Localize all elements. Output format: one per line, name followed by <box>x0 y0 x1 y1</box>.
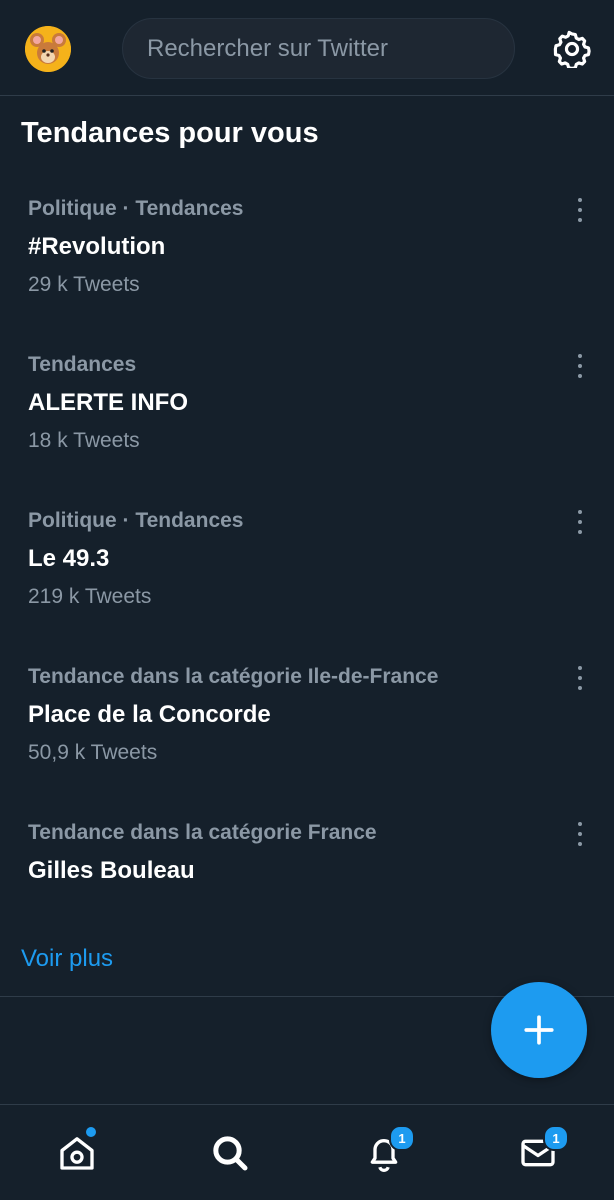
more-vertical-icon[interactable] <box>568 819 592 849</box>
bell-icon[interactable]: 1 <box>364 1125 415 1173</box>
trend-name: Gilles Bouleau <box>28 857 195 884</box>
trend-tweet-count: 29 k Tweets <box>28 273 140 296</box>
explore-screen: Tendances pour vous Politique · Tendance… <box>0 0 614 1200</box>
messages-badge: 1 <box>543 1125 569 1151</box>
trend-category: Politique · Tendances <box>28 197 244 220</box>
more-vertical-icon[interactable] <box>568 351 592 381</box>
trend-item[interactable]: Tendances ALERTE INFO 18 k Tweets <box>0 353 614 509</box>
trend-category: Tendance dans la catégorie France <box>28 821 377 844</box>
bottom-nav: 1 1 <box>0 1104 614 1200</box>
notifications-badge: 1 <box>389 1125 415 1151</box>
trend-tweet-count: 50,9 k Tweets <box>28 741 158 764</box>
top-bar <box>0 0 614 96</box>
trend-item[interactable]: Politique · Tendances Le 49.3 219 k Twee… <box>0 509 614 665</box>
more-vertical-icon[interactable] <box>568 663 592 693</box>
home-icon[interactable] <box>57 1127 97 1173</box>
trend-tweet-count: 219 k Tweets <box>28 585 152 608</box>
compose-button[interactable] <box>491 982 587 1078</box>
avatar-image <box>25 26 71 72</box>
section-title: Tendances pour vous <box>21 117 319 149</box>
trend-tweet-count: 18 k Tweets <box>28 429 140 452</box>
home-new-dot <box>86 1127 96 1137</box>
trend-category: Tendances <box>28 353 137 376</box>
trend-name: Le 49.3 <box>28 545 110 572</box>
mail-icon[interactable]: 1 <box>518 1125 569 1173</box>
avatar[interactable] <box>25 26 71 72</box>
trend-name: #Revolution <box>28 233 166 260</box>
search-icon[interactable] <box>210 1133 250 1173</box>
plus-icon <box>524 1015 554 1045</box>
trend-name: Place de la Concorde <box>28 701 271 728</box>
search-input[interactable] <box>145 33 489 64</box>
search-bar[interactable] <box>122 18 515 79</box>
trend-item[interactable]: Tendance dans la catégorie Ile-de-France… <box>0 665 614 821</box>
trend-category: Politique · Tendances <box>28 509 244 532</box>
more-vertical-icon[interactable] <box>568 195 592 225</box>
gear-icon[interactable] <box>553 30 591 68</box>
more-vertical-icon[interactable] <box>568 507 592 537</box>
see-more-link[interactable]: Voir plus <box>21 945 113 973</box>
trend-category: Tendance dans la catégorie Ile-de-France <box>28 665 439 688</box>
trend-item[interactable]: Politique · Tendances #Revolution 29 k T… <box>0 197 614 353</box>
trend-name: ALERTE INFO <box>28 389 188 416</box>
